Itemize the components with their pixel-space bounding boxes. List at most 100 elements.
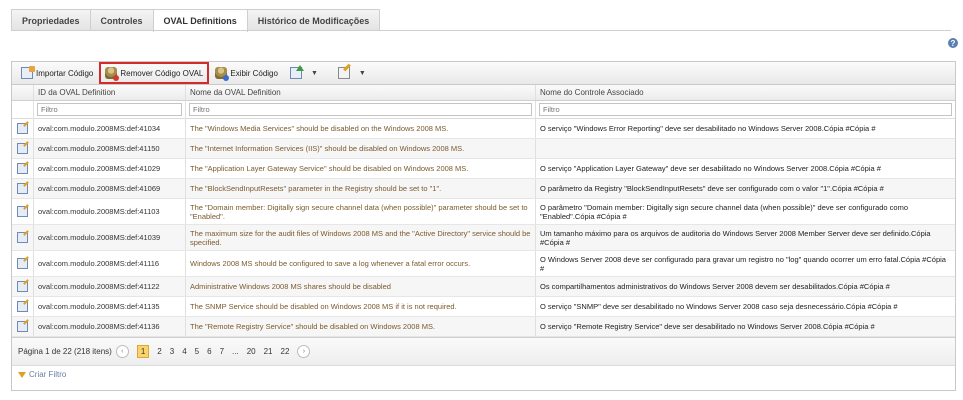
- tab-propriedades[interactable]: Propriedades: [11, 9, 91, 31]
- help-icon[interactable]: ?: [948, 38, 958, 48]
- table-row[interactable]: oval:com.modulo.2008MS:def:41034 The "Wi…: [12, 119, 955, 139]
- toolbar: Importar Código Remover Código OVAL Exib…: [12, 62, 955, 85]
- edit-icon[interactable]: [17, 183, 28, 194]
- column-header-control[interactable]: Nome do Controle Associado: [536, 85, 955, 100]
- import-code-button[interactable]: Importar Código: [17, 64, 97, 82]
- oval-grid: Importar Código Remover Código OVAL Exib…: [11, 61, 956, 391]
- table-row[interactable]: oval:com.modulo.2008MS:def:41039 The max…: [12, 225, 955, 251]
- row-control: O serviço "Windows Error Reporting" deve…: [540, 124, 876, 133]
- row-id: oval:com.modulo.2008MS:def:41122: [34, 277, 186, 296]
- funnel-icon: [18, 371, 26, 378]
- page-ellipsis[interactable]: ...: [232, 347, 239, 356]
- export-button[interactable]: ▼: [286, 64, 330, 82]
- edit-icon[interactable]: [17, 206, 28, 217]
- edit-icon[interactable]: [17, 301, 28, 312]
- edit-button[interactable]: ▼: [334, 64, 378, 82]
- tab-historico[interactable]: Histórico de Modificações: [246, 9, 381, 31]
- edit-icon: [337, 67, 350, 79]
- row-control: O serviço "SNMP" deve ser desabilitado n…: [540, 302, 898, 311]
- row-control: O serviço "Application Layer Gateway" de…: [540, 164, 881, 173]
- filter-input-name[interactable]: [189, 103, 532, 116]
- row-id: oval:com.modulo.2008MS:def:41029: [34, 159, 186, 178]
- database-view-icon: [215, 67, 230, 81]
- remove-oval-code-button[interactable]: Remover Código OVAL: [99, 62, 210, 84]
- row-name: The "Remote Registry Service" should be …: [186, 317, 536, 336]
- column-header-id[interactable]: ID da OVAL Definition: [34, 85, 186, 100]
- tab-oval-definitions[interactable]: OVAL Definitions: [152, 9, 248, 32]
- page-number[interactable]: 6: [207, 347, 211, 356]
- row-id: oval:com.modulo.2008MS:def:41135: [34, 297, 186, 316]
- row-id: oval:com.modulo.2008MS:def:41103: [34, 199, 186, 224]
- create-filter-link[interactable]: Criar Filtro: [12, 365, 955, 383]
- table-row[interactable]: oval:com.modulo.2008MS:def:41103 The "Do…: [12, 199, 955, 225]
- row-icon-cell: [12, 297, 34, 316]
- row-icon-cell: [12, 225, 34, 250]
- row-name: The "BlockSendInputResets" parameter in …: [186, 179, 536, 198]
- page-number[interactable]: 1: [136, 345, 150, 358]
- row-id: oval:com.modulo.2008MS:def:41136: [34, 317, 186, 336]
- table-row[interactable]: oval:com.modulo.2008MS:def:41069 The "Bl…: [12, 179, 955, 199]
- grid-header: ID da OVAL Definition Nome da OVAL Defin…: [12, 85, 955, 101]
- table-row[interactable]: oval:com.modulo.2008MS:def:41136 The "Re…: [12, 317, 955, 337]
- filter-cell-control: [536, 101, 955, 119]
- edit-icon[interactable]: [17, 232, 28, 243]
- filter-cell-id: [34, 100, 186, 119]
- table-row[interactable]: oval:com.modulo.2008MS:def:41122 Adminis…: [12, 277, 955, 297]
- row-id: oval:com.modulo.2008MS:def:41150: [34, 139, 186, 158]
- table-row[interactable]: oval:com.modulo.2008MS:def:41135 The SNM…: [12, 297, 955, 317]
- filter-input-id[interactable]: [37, 103, 182, 116]
- row-icon-cell: [12, 139, 34, 158]
- filter-input-control[interactable]: [539, 103, 952, 116]
- edit-icon[interactable]: [17, 123, 28, 134]
- row-id: oval:com.modulo.2008MS:def:41116: [34, 251, 186, 276]
- page-number[interactable]: 3: [170, 347, 174, 356]
- header-icon-cell: [12, 85, 34, 100]
- edit-icon[interactable]: [17, 258, 28, 269]
- row-name: Windows 2008 MS should be configured to …: [186, 251, 536, 276]
- edit-icon[interactable]: [17, 163, 28, 174]
- page-number[interactable]: 2: [157, 347, 161, 356]
- page-number[interactable]: 4: [182, 347, 186, 356]
- filter-icon-cell: [12, 100, 34, 119]
- row-id: oval:com.modulo.2008MS:def:41069: [34, 179, 186, 198]
- row-control: O parâmetro da Registry "BlockSendInputR…: [540, 184, 884, 193]
- database-remove-icon: [105, 67, 120, 81]
- row-control: O serviço "Remote Registry Service" deve…: [540, 322, 875, 331]
- pager-summary: Página 1 de 22 (218 itens): [18, 347, 112, 356]
- page-number[interactable]: 20: [247, 347, 256, 356]
- row-name: The maximum size for the audit files of …: [186, 225, 536, 250]
- row-id: oval:com.modulo.2008MS:def:41034: [34, 119, 186, 138]
- row-name: The "Windows Media Services" should be d…: [186, 119, 536, 138]
- edit-icon[interactable]: [17, 321, 28, 332]
- chevron-down-icon[interactable]: ▼: [311, 70, 318, 77]
- view-code-button[interactable]: Exibir Código: [211, 64, 282, 82]
- row-name: The "Application Layer Gateway Service" …: [186, 159, 536, 178]
- chevron-down-icon[interactable]: ▼: [359, 70, 366, 77]
- page-number[interactable]: 22: [281, 347, 290, 356]
- row-control: Um tamanho máximo para os arquivos de au…: [540, 228, 931, 247]
- edit-icon[interactable]: [17, 143, 28, 154]
- row-control: Os compartilhamentos administrativos do …: [540, 282, 890, 291]
- filter-row: [12, 100, 955, 119]
- export-icon: [289, 65, 304, 79]
- page-number[interactable]: 21: [264, 347, 273, 356]
- row-icon-cell: [12, 317, 34, 336]
- edit-icon[interactable]: [17, 281, 28, 292]
- tab-controles[interactable]: Controles: [89, 9, 154, 31]
- row-control: [536, 139, 955, 158]
- page-number[interactable]: 7: [220, 347, 224, 356]
- page-number[interactable]: 5: [195, 347, 199, 356]
- table-row[interactable]: oval:com.modulo.2008MS:def:41150 The "In…: [12, 139, 955, 159]
- column-header-name[interactable]: Nome da OVAL Definition: [186, 85, 536, 100]
- table-row[interactable]: oval:com.modulo.2008MS:def:41029 The "Ap…: [12, 159, 955, 179]
- tab-bar: Propriedades Controles OVAL Definitions …: [11, 9, 381, 32]
- row-icon-cell: [12, 119, 34, 138]
- table-row[interactable]: oval:com.modulo.2008MS:def:41116 Windows…: [12, 251, 955, 277]
- next-page-icon[interactable]: ›: [297, 345, 311, 358]
- filter-cell-name: [186, 100, 536, 119]
- row-name: The "Internet Information Services (IIS)…: [186, 139, 536, 158]
- import-code-label: Importar Código: [36, 68, 94, 78]
- row-id: oval:com.modulo.2008MS:def:41039: [34, 225, 186, 250]
- import-icon: [21, 66, 35, 79]
- prev-page-icon[interactable]: ‹: [115, 345, 129, 358]
